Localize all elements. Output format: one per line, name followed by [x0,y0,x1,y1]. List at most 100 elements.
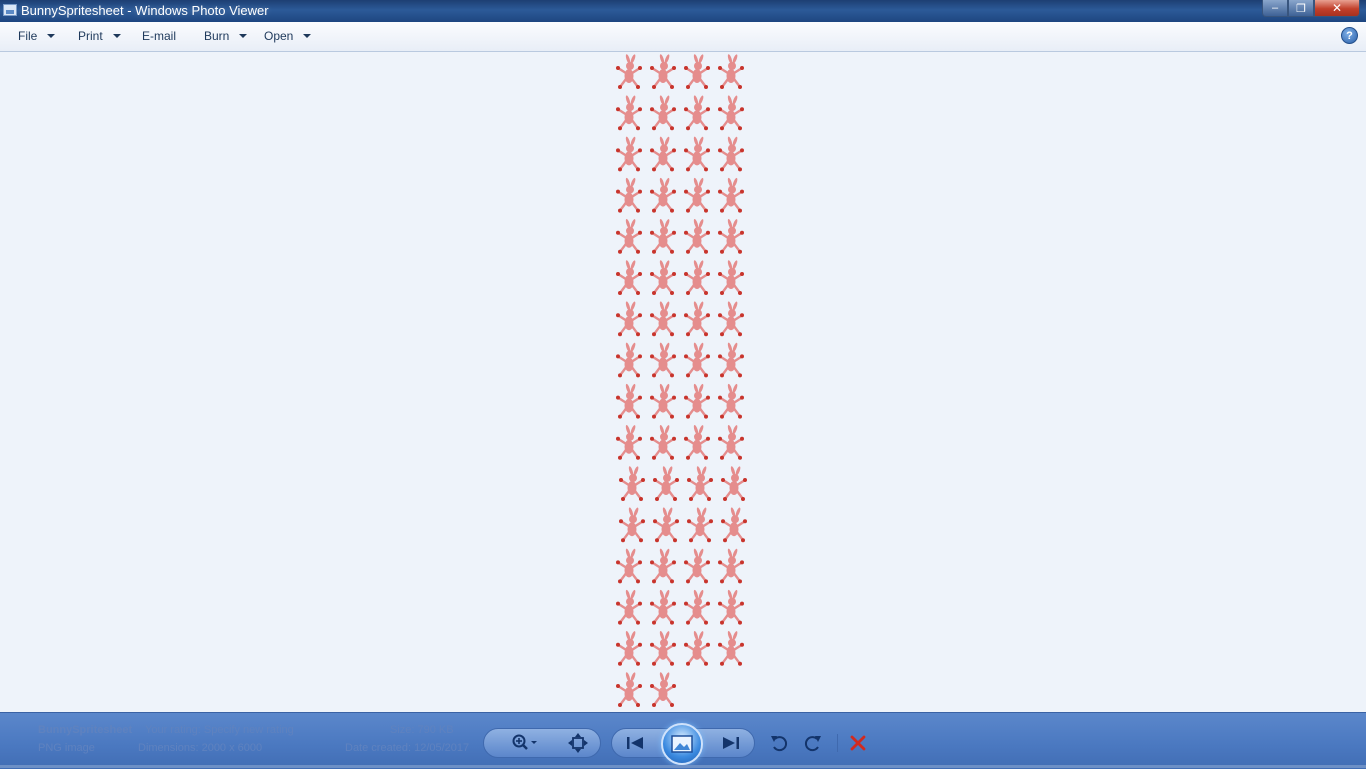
help-icon: ? [1346,29,1353,42]
menu-print-label: Print [78,29,103,43]
help-button[interactable]: ? [1341,27,1358,44]
title-bar[interactable]: BunnySpritesheet - Windows Photo Viewer … [0,0,1366,22]
bunny-sprite [721,466,747,501]
bunny-sprite [616,301,642,337]
chevron-down-icon [112,34,121,38]
bunny-sprite [650,672,676,707]
menu-bar: File Print E-mail Burn Open ? [0,22,1366,52]
zoom-button[interactable] [509,733,539,753]
bunny-sprite [718,342,744,378]
menu-open[interactable]: Open [264,29,312,43]
bunny-sprite [616,95,642,131]
viewer-controls [483,723,883,765]
info-dimensions: Dimensions: 2000 x 6000 [138,742,263,754]
bunny-sprite [616,548,642,584]
close-icon: ✕ [1331,1,1343,15]
bunny-sprite [684,342,710,378]
bunny-sprite [718,136,744,172]
toolbar-divider [837,734,838,752]
chevron-down-icon [47,34,56,38]
info-size: Size: 790 KB [390,724,454,736]
menu-burn-label: Burn [204,29,230,43]
bunny-sprite [650,589,676,625]
slideshow-button[interactable] [661,723,703,765]
close-window-button[interactable]: ✕ [1314,0,1360,17]
menu-burn[interactable]: Burn [204,29,248,43]
delete-button[interactable] [848,733,868,753]
minimize-button[interactable]: – [1262,0,1288,17]
rotate-counterclockwise-button[interactable] [769,733,789,753]
next-icon [723,737,739,749]
menu-open-label: Open [264,29,294,43]
fit-window-button[interactable] [568,733,588,753]
bunny-sprite [650,219,676,254]
bunny-sprite [687,507,713,543]
bunny-sprite [718,631,744,666]
bunny-sprite [650,301,676,337]
next-button[interactable] [721,733,741,753]
slideshow-icon [671,735,693,753]
bunny-sprite [718,54,744,89]
bunny-sprite [616,260,642,295]
bunny-sprite [619,466,645,501]
window-controls: – ❐ ✕ [1262,0,1360,18]
minimize-icon: – [1271,2,1279,14]
bunny-sprite [718,95,744,131]
bunny-sprite [684,589,710,625]
bunny-sprite [616,342,642,378]
rotate-clockwise-button[interactable] [803,733,823,753]
bunny-sprite [718,260,744,295]
bunny-spritesheet-image [616,54,747,707]
bunny-sprite [650,54,676,89]
window-title: BunnySpritesheet - Windows Photo Viewer [21,3,269,18]
bunny-sprite [653,466,679,501]
menu-email-label: E-mail [142,29,177,43]
delete-icon [850,735,866,751]
bunny-sprite [616,219,642,254]
bunny-sprite [650,342,676,378]
rotate-counterclockwise-icon [771,736,788,752]
bunny-sprite [616,54,642,89]
bottom-toolbar: BunnySpritesheet Your rating: Specify ne… [0,712,1366,769]
bunny-sprite [718,589,744,625]
bunny-sprite [616,383,642,419]
menu-email[interactable]: E-mail [142,29,176,43]
menu-file-label: File [18,29,38,43]
bunny-sprite [650,136,676,172]
fit-window-icon [568,733,588,753]
bunny-sprite [684,260,710,295]
maximize-button[interactable]: ❐ [1288,0,1314,17]
chevron-down-icon [303,34,312,38]
bunny-sprite [684,631,710,666]
rotate-clockwise-icon [804,736,821,752]
bunny-sprite [650,425,676,460]
bunny-sprite [687,466,713,501]
bunny-sprite [684,177,710,213]
bunny-sprite [616,672,642,707]
menu-print[interactable]: Print [78,29,121,43]
bunny-sprite [684,136,710,172]
bunny-sprite [650,548,676,584]
info-rating[interactable]: Your rating: Specify new rating [145,724,294,736]
bunny-sprite [718,219,744,254]
menu-file[interactable]: File [18,29,56,43]
bunny-sprite [653,507,679,543]
bunny-sprite [684,54,710,89]
image-canvas[interactable] [0,52,1366,712]
bunny-sprite [718,425,744,460]
bunny-sprite [718,301,744,337]
maximize-icon: ❐ [1296,2,1306,15]
bunny-sprite [718,383,744,419]
bunny-sprite [650,383,676,419]
info-date: Date created: 12/05/2017 [345,742,470,754]
bunny-sprite [721,507,747,543]
bunny-sprite [616,425,642,460]
info-filename: BunnySpritesheet [38,724,133,736]
bunny-sprite [650,177,676,213]
previous-button[interactable] [625,733,645,753]
bunny-sprite [684,301,710,337]
bunny-sprite [616,177,642,213]
chevron-down-icon [239,34,248,38]
photo-viewer-app-icon[interactable] [3,4,17,16]
bunny-sprite [718,177,744,213]
